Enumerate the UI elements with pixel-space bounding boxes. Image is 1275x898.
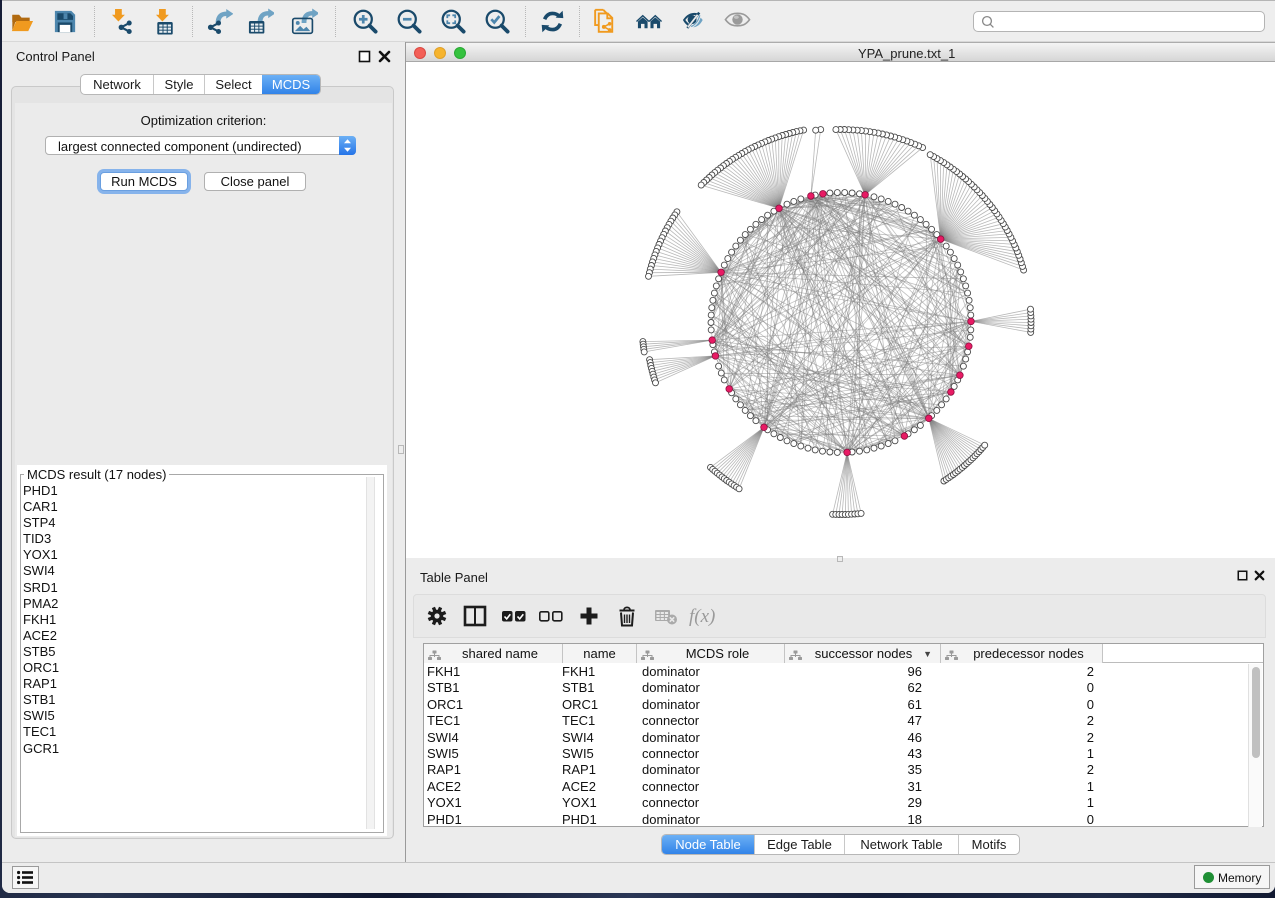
svg-text:f(x): f(x) bbox=[689, 606, 715, 627]
